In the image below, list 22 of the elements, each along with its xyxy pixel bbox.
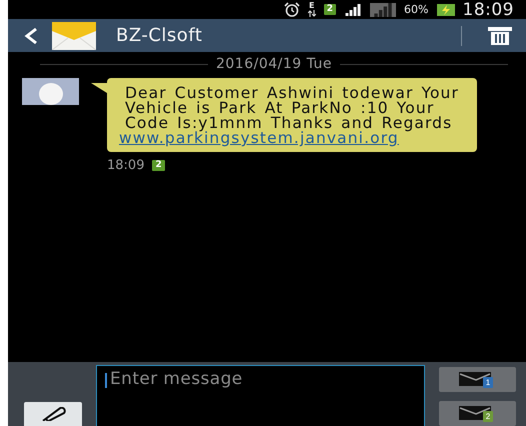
message-time: 18:09	[107, 158, 144, 173]
send-button[interactable]: 1	[439, 367, 516, 392]
envelope-icon	[52, 22, 96, 50]
clock: 18:09	[462, 0, 514, 20]
send-button[interactable]: 2	[439, 401, 516, 426]
message-text: Dear Customer Ashwini todewar Your Vehicle is Park At ParkNo :10 Your Code Is:y1mnm Thanks and Regards	[125, 86, 460, 131]
battery-level: 60%	[404, 3, 428, 16]
network-indicator: E	[308, 2, 316, 17]
date-separator: 2016/04/19 Tue	[216, 56, 332, 72]
message-input[interactable]: Enter message	[96, 365, 425, 426]
sim-badge: 2	[324, 4, 336, 15]
attach-button[interactable]	[24, 402, 82, 426]
alarm-icon	[284, 2, 300, 17]
trash-icon[interactable]	[488, 26, 512, 44]
charging-battery-icon	[436, 4, 454, 16]
sim-badge: 2	[152, 160, 165, 171]
signal-icon	[370, 2, 396, 16]
contact-name: BZ-Clsoft	[116, 25, 204, 46]
message-link[interactable]: www.parkingsystem.janvani.org	[119, 131, 465, 146]
back-icon[interactable]	[24, 26, 38, 44]
avatar	[22, 78, 79, 105]
signal-icon	[344, 4, 362, 16]
